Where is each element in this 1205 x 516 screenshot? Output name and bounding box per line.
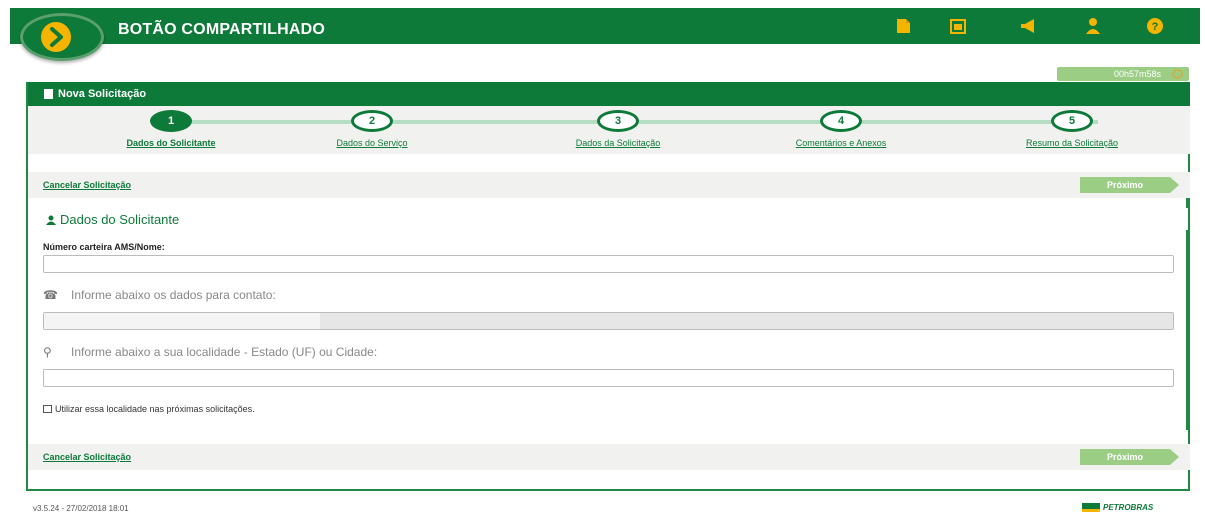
panel-header: Nova Solicitação — [28, 82, 1190, 106]
timer-text: 00h57m58s — [1113, 69, 1161, 79]
map-pin-icon: ⚲ — [43, 345, 52, 359]
brand-logo: PETROBRAS — [1082, 503, 1153, 512]
step-number: 3 — [597, 110, 639, 132]
step-number: 5 — [1051, 110, 1093, 132]
remember-location-option[interactable]: Utilizar essa localidade nas próximas so… — [43, 404, 255, 414]
contact-info: ☎ Informe abaixo os dados para contato: — [43, 288, 276, 302]
panel-title: Nova Solicitação — [58, 88, 147, 100]
megaphone-icon[interactable] — [1019, 16, 1039, 36]
step-label: Dados do Solicitante — [126, 138, 216, 148]
checkbox-label: Utilizar essa localidade nas próximas so… — [55, 404, 255, 414]
app-title: BOTÃO COMPARTILHADO — [118, 21, 326, 38]
person-icon — [46, 215, 56, 225]
contact-info-text: Informe abaixo os dados para contato: — [71, 288, 276, 302]
brand-flag-icon — [1082, 503, 1100, 512]
remember-location-checkbox[interactable] — [43, 405, 52, 413]
document-icon[interactable] — [894, 16, 914, 36]
contact-field[interactable] — [43, 312, 1174, 330]
step-number: 2 — [351, 110, 393, 132]
cancel-request-link[interactable]: Cancelar Solicitação — [43, 452, 131, 462]
step-label: Dados da Solicitação — [575, 138, 661, 148]
step-4[interactable]: 4 Comentários e Anexos — [741, 110, 941, 148]
step-1[interactable]: 1 Dados do Solicitante — [71, 110, 271, 148]
document-icon — [44, 89, 53, 99]
location-info: ⚲ Informe abaixo a sua localidade - Estad… — [43, 345, 377, 359]
clock-icon — [1172, 69, 1183, 79]
member-field-label: Número carteira AMS/Nome: — [43, 242, 165, 252]
session-timer: 00h57m58s — [1057, 67, 1189, 81]
top-action-bar: Cancelar Solicitação Próximo — [28, 172, 1190, 198]
svg-text:?: ? — [1152, 21, 1159, 33]
version-info: v3.5.24 - 27/02/2018 18:01 — [33, 504, 129, 513]
wizard-steps: 1 Dados do Solicitante 2 Dados do Serviç… — [28, 106, 1190, 154]
step-5[interactable]: 5 Resumo da Solicitação — [972, 110, 1172, 148]
location-input[interactable] — [43, 369, 1174, 387]
user-icon[interactable] — [1083, 16, 1103, 36]
cancel-request-link[interactable]: Cancelar Solicitação — [43, 180, 131, 190]
contact-field-segment — [44, 313, 320, 329]
next-button[interactable]: Próximo — [1080, 449, 1179, 465]
brand-name: PETROBRAS — [1103, 503, 1154, 512]
help-icon[interactable]: ? — [1145, 16, 1165, 36]
bottom-action-bar: Cancelar Solicitação Próximo — [28, 444, 1190, 470]
step-label: Comentários e Anexos — [795, 138, 887, 148]
step-2[interactable]: 2 Dados do Serviço — [272, 110, 472, 148]
section-title: Dados do Solicitante — [46, 212, 179, 227]
step-number: 1 — [150, 110, 192, 132]
member-search-input[interactable] — [43, 255, 1174, 273]
step-number: 4 — [820, 110, 862, 132]
divider — [1186, 230, 1188, 430]
calendar-icon[interactable] — [948, 16, 968, 36]
location-info-text: Informe abaixo a sua localidade - Estado… — [71, 345, 378, 359]
step-label: Dados do Serviço — [336, 138, 408, 148]
next-button[interactable]: Próximo — [1080, 177, 1179, 193]
section-title-text: Dados do Solicitante — [60, 212, 180, 227]
divider — [1186, 198, 1188, 208]
logo[interactable] — [20, 13, 104, 61]
phone-icon: ☎ — [43, 288, 58, 302]
step-3[interactable]: 3 Dados da Solicitação — [518, 110, 718, 148]
arrow-right-icon — [41, 22, 71, 52]
request-panel: Nova Solicitação 1 Dados do Solicitante … — [26, 82, 1190, 491]
step-label: Resumo da Solicitação — [1025, 138, 1119, 148]
